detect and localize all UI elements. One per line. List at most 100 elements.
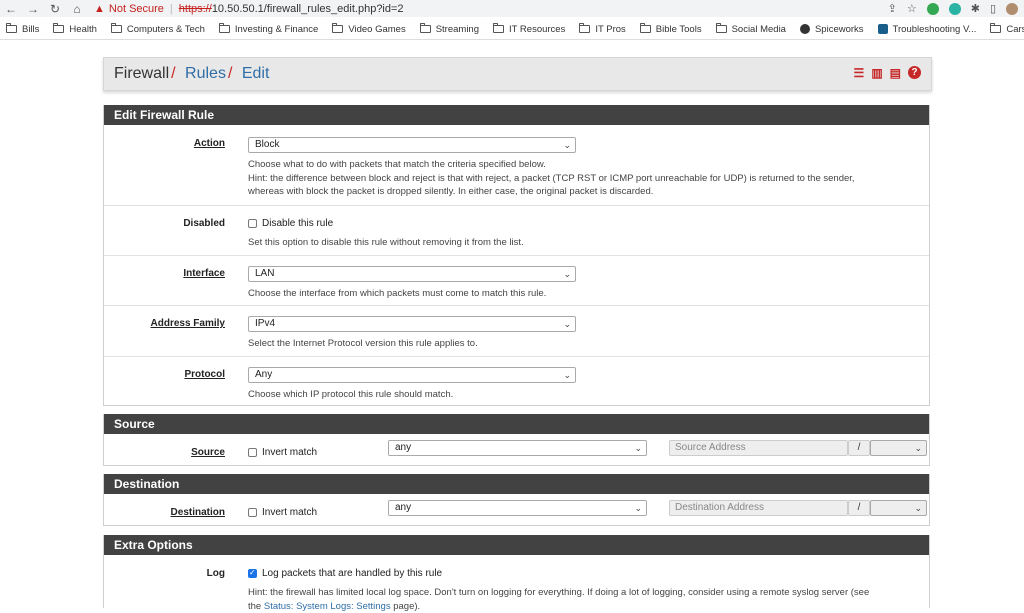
share-icon[interactable]: ⇪ xyxy=(888,2,897,15)
source-heading: Source xyxy=(104,414,929,434)
log-hint-cont: the Status: System Logs: Settings page). xyxy=(248,600,918,613)
extension-green-icon[interactable] xyxy=(927,3,939,15)
destination-panel: Destination Destination Invert match any… xyxy=(103,474,930,526)
action-select[interactable]: Block⌄ xyxy=(248,137,576,153)
disabled-help: Set this option to disable this rule wit… xyxy=(248,236,918,250)
action-row: Action Block⌄ Choose what to do with pac… xyxy=(104,125,929,205)
destination-address-input[interactable]: Destination Address xyxy=(669,500,848,516)
folder-icon xyxy=(6,25,17,33)
bookmark-streaming[interactable]: Streaming xyxy=(420,24,479,35)
bookmark-health[interactable]: Health xyxy=(53,24,96,35)
disabled-row: Disabled Disable this rule Set this opti… xyxy=(104,205,929,255)
profile-avatar[interactable] xyxy=(1006,3,1018,15)
bookmark-it-resources[interactable]: IT Resources xyxy=(493,24,565,35)
destination-heading: Destination xyxy=(104,474,929,494)
source-mask-separator: / xyxy=(848,440,870,456)
destination-row: Destination Invert match any⌄ Destinatio… xyxy=(104,494,929,526)
bookmark-troubleshooting[interactable]: Troubleshooting V... xyxy=(878,24,977,35)
breadcrumb-rules-link[interactable]: Rules xyxy=(185,65,226,82)
address-family-select[interactable]: IPv4⌄ xyxy=(248,316,576,332)
folder-icon xyxy=(716,25,727,33)
url-text: 10.50.50.1/firewall_rules_edit.php?id=2 xyxy=(212,3,404,15)
chevron-down-icon: ⌄ xyxy=(563,138,571,152)
interface-select[interactable]: LAN⌄ xyxy=(248,266,576,282)
destination-mask-select[interactable]: ⌄ xyxy=(870,500,927,516)
source-invert-checkbox[interactable] xyxy=(248,448,257,457)
puzzle-icon[interactable]: ✱ xyxy=(971,2,980,15)
destination-invert-checkbox[interactable] xyxy=(248,508,257,517)
folder-icon xyxy=(219,25,230,33)
log-packets-label: Log packets that are handled by this rul… xyxy=(262,568,442,579)
folder-icon xyxy=(53,25,64,33)
bookmark-investing-finance[interactable]: Investing & Finance xyxy=(219,24,318,35)
forward-icon[interactable]: → xyxy=(22,2,44,16)
folder-icon xyxy=(420,25,431,33)
home-icon[interactable]: ⌂ xyxy=(66,2,88,16)
folder-icon xyxy=(332,25,343,33)
bookmark-bills[interactable]: Bills xyxy=(6,24,39,35)
disable-rule-checkbox-label: Disable this rule xyxy=(262,218,333,229)
chevron-down-icon: ⌄ xyxy=(563,317,571,331)
extension-teal-icon[interactable] xyxy=(949,3,961,15)
site-icon xyxy=(878,24,888,34)
page-content: Firewall/ Rules/ Edit ☰ ▥ ▤ ? Edit Firew… xyxy=(0,40,1024,608)
log-hint: Hint: the firewall has limited local log… xyxy=(248,586,918,600)
bookmark-computers-tech[interactable]: Computers & Tech xyxy=(111,24,205,35)
destination-label: Destination xyxy=(171,507,225,518)
source-type-select[interactable]: any⌄ xyxy=(388,440,647,456)
breadcrumb: Firewall/ Rules/ Edit ☰ ▥ ▤ ? xyxy=(103,57,932,91)
source-mask-select[interactable]: ⌄ xyxy=(870,440,927,456)
star-icon[interactable]: ☆ xyxy=(907,2,917,15)
reload-icon[interactable]: ↻ xyxy=(44,2,66,16)
back-icon[interactable]: ← xyxy=(0,2,22,16)
bookmark-spiceworks[interactable]: Spiceworks xyxy=(800,24,864,35)
chevron-down-icon: ⌄ xyxy=(563,267,571,281)
edit-rule-panel: Edit Firewall Rule Action Block⌄ Choose … xyxy=(103,105,930,406)
source-address-input[interactable]: Source Address xyxy=(669,440,848,456)
disabled-label: Disabled xyxy=(183,218,225,229)
log-packets-checkbox[interactable] xyxy=(248,569,257,578)
folder-icon xyxy=(640,25,651,33)
folder-icon xyxy=(493,25,504,33)
sidepanel-icon[interactable]: ▯ xyxy=(990,2,996,15)
chevron-down-icon: ⌄ xyxy=(914,441,922,455)
extra-options-heading: Extra Options xyxy=(104,535,929,555)
system-logs-settings-link[interactable]: Status: System Logs: Settings xyxy=(264,601,391,612)
action-help: Choose what to do with packets that matc… xyxy=(248,158,918,172)
source-invert-label: Invert match xyxy=(262,447,317,458)
action-label: Action xyxy=(194,138,225,149)
breadcrumb-edit-link[interactable]: Edit xyxy=(242,65,270,82)
spiceworks-icon xyxy=(800,24,810,34)
bookmark-social-media[interactable]: Social Media xyxy=(716,24,786,35)
log-row: Log Log packets that are handled by this… xyxy=(104,555,929,608)
chevron-down-icon: ⌄ xyxy=(914,501,922,515)
source-row: Source Invert match any⌄ Source Address … xyxy=(104,434,929,466)
sliders-icon[interactable]: ☰ xyxy=(854,66,865,80)
bookmark-cars[interactable]: Cars xyxy=(990,24,1024,35)
protocol-select[interactable]: Any⌄ xyxy=(248,367,576,383)
url-scheme: https:// xyxy=(179,3,212,15)
bookmark-video-games[interactable]: Video Games xyxy=(332,24,405,35)
chevron-down-icon: ⌄ xyxy=(634,501,642,515)
url-separator: | xyxy=(170,3,173,15)
chevron-down-icon: ⌄ xyxy=(563,368,571,382)
destination-invert-label: Invert match xyxy=(262,507,317,518)
interface-help: Choose the interface from which packets … xyxy=(248,287,918,301)
help-icon[interactable]: ? xyxy=(908,66,921,79)
source-panel: Source Source Invert match any⌄ Source A… xyxy=(103,414,930,466)
destination-type-select[interactable]: any⌄ xyxy=(388,500,647,516)
disable-rule-checkbox[interactable] xyxy=(248,219,257,228)
interface-label: Interface xyxy=(183,268,225,279)
not-secure-label: Not Secure xyxy=(109,3,164,15)
warning-icon: ▲ xyxy=(94,3,105,15)
list-icon[interactable]: ▤ xyxy=(890,66,901,80)
address-family-label: Address Family xyxy=(151,318,225,329)
bar-chart-icon[interactable]: ▥ xyxy=(871,66,882,80)
edit-rule-heading: Edit Firewall Rule xyxy=(104,105,929,125)
bookmark-bible-tools[interactable]: Bible Tools xyxy=(640,24,702,35)
interface-row: Interface LAN⌄ Choose the interface from… xyxy=(104,255,929,305)
source-label: Source xyxy=(191,447,225,458)
action-hint-cont: whereas with block the packet is dropped… xyxy=(248,185,918,199)
address-bar[interactable]: ▲ Not Secure | https:// 10.50.50.1/firew… xyxy=(94,3,404,15)
bookmark-it-pros[interactable]: IT Pros xyxy=(579,24,625,35)
